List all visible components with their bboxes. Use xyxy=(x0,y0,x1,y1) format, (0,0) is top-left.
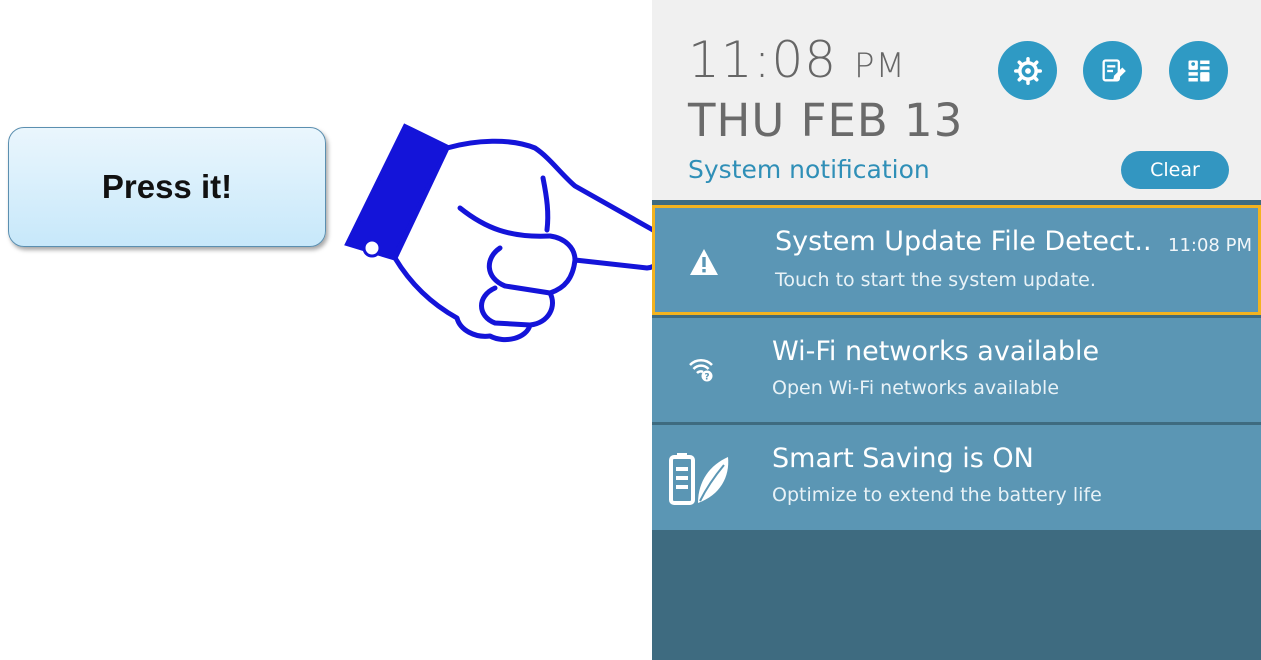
clock: 11:08 PM xyxy=(688,30,906,96)
notification-subtitle: Touch to start the system update. xyxy=(775,269,1096,291)
clock-time: 11:08 xyxy=(688,31,838,89)
notification-subtitle: Open Wi-Fi networks available xyxy=(772,377,1060,399)
battery-leaf-icon xyxy=(669,453,729,505)
edit-note-icon xyxy=(1102,58,1126,81)
section-title: System notification xyxy=(688,155,930,184)
contacts-grid-button[interactable] xyxy=(1169,41,1228,100)
clock-ampm: PM xyxy=(854,46,906,86)
notification-title: Wi-Fi networks available xyxy=(772,336,1100,367)
clear-button[interactable]: Clear xyxy=(1121,151,1229,189)
svg-text:?: ? xyxy=(704,373,709,383)
edit-note-button[interactable] xyxy=(1083,41,1142,100)
notification-title: System Update File Detect.. xyxy=(775,226,1152,257)
wifi-question-icon: ? xyxy=(689,358,713,383)
notification-system-update[interactable]: System Update File Detect.. 11:08 PM Tou… xyxy=(652,205,1261,315)
date-label: THU FEB 13 xyxy=(688,94,964,147)
notification-shade: 11:08 PM THU FEB 13 System notification xyxy=(652,0,1261,660)
notification-subtitle: Optimize to extend the battery life xyxy=(772,484,1102,506)
settings-button[interactable] xyxy=(998,41,1057,100)
notification-wifi[interactable]: ? Wi-Fi networks available Open Wi-Fi ne… xyxy=(652,318,1261,422)
press-it-callout: Press it! xyxy=(8,127,326,247)
gear-icon xyxy=(1013,56,1042,85)
notification-time: 11:08 PM xyxy=(1168,235,1252,256)
pointing-hand-icon xyxy=(344,123,667,342)
contacts-grid-icon xyxy=(1188,60,1209,81)
notification-smart-saving[interactable]: Smart Saving is ON Optimize to extend th… xyxy=(652,425,1261,530)
callout-label: Press it! xyxy=(101,168,233,205)
warning-icon xyxy=(690,249,718,275)
notification-header: 11:08 PM THU FEB 13 System notification xyxy=(652,0,1261,200)
notification-title: Smart Saving is ON xyxy=(772,443,1034,474)
